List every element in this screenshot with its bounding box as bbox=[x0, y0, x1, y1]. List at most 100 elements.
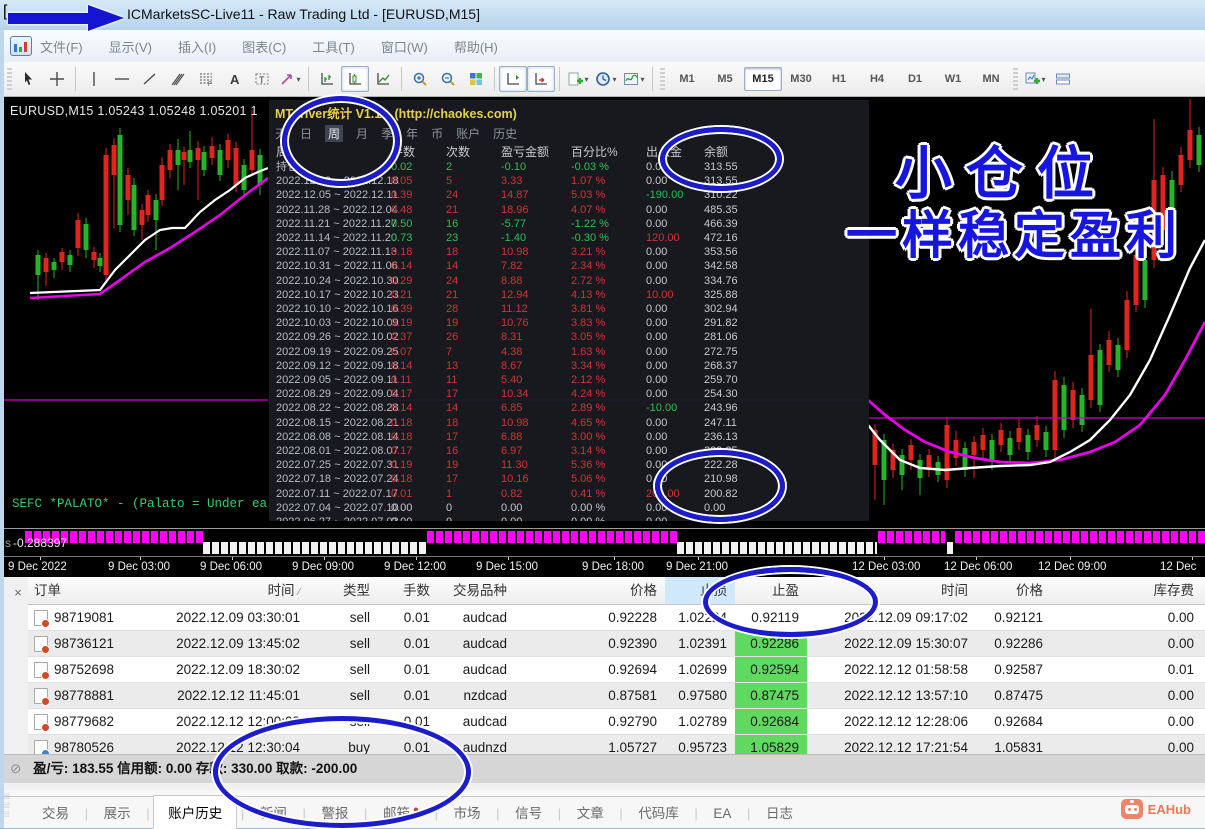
chart-shift-icon[interactable] bbox=[499, 66, 527, 92]
cell-lots: 0.01 bbox=[403, 688, 430, 703]
stats-tab-天[interactable]: 天 bbox=[275, 125, 287, 142]
history-column-header[interactable]: 价格 bbox=[976, 577, 1051, 604]
timeframe-h4[interactable]: H4 bbox=[858, 67, 896, 91]
history-table-row[interactable]: 98736121 2022.12.09 13:45:02 sell 0.01 audca… bbox=[28, 631, 1205, 657]
stats-row: 2022.11.14 ~ 2022.11.20 0.73 23 -1.40 -0.30 … bbox=[276, 232, 738, 245]
stats-tab-周[interactable]: 周 bbox=[325, 125, 344, 142]
stats-tab-日[interactable]: 日 bbox=[300, 125, 312, 142]
history-column-header[interactable]: 价格 bbox=[515, 577, 665, 604]
history-table-row[interactable]: 98778881 2022.12.12 11:45:01 sell 0.01 nzdca… bbox=[28, 683, 1205, 709]
terminal-tab-文章[interactable]: 文章 bbox=[565, 798, 616, 826]
menu-item[interactable]: 窗口(W) bbox=[381, 37, 428, 56]
cell-tp: 0.87475 bbox=[735, 683, 807, 708]
histogram-segment bbox=[427, 531, 677, 543]
candle-chart-icon[interactable] bbox=[341, 66, 369, 92]
time-axis-label: 12 Dec 03:00 bbox=[852, 561, 921, 573]
cell-time2: 2022.12.12 01:58:58 bbox=[844, 662, 968, 677]
cell-price2: 0.92121 bbox=[994, 610, 1043, 625]
menu-item[interactable]: 帮助(H) bbox=[454, 37, 498, 56]
stats-tab-月[interactable]: 月 bbox=[356, 125, 368, 142]
terminal-tab-代码库[interactable]: 代码库 bbox=[626, 798, 691, 826]
history-table-row[interactable]: 98779682 2022.12.12 12:00:03 sell 0.01 audca… bbox=[28, 709, 1205, 735]
crosshair-icon[interactable] bbox=[43, 66, 71, 92]
title-bar[interactable]: [ ICMarketsSC-Live11 - Raw Trading Ltd -… bbox=[0, 0, 1205, 31]
menu-item[interactable]: 插入(I) bbox=[178, 37, 216, 56]
terminal-tab-市场[interactable]: 市场 bbox=[441, 798, 492, 826]
close-icon[interactable]: × bbox=[10, 585, 26, 601]
cell-price2: 0.87475 bbox=[994, 688, 1043, 703]
menu-item[interactable]: 显示(V) bbox=[109, 37, 152, 56]
time-axis-label: 9 Dec 06:00 bbox=[200, 561, 263, 573]
horizontal-line-icon[interactable] bbox=[108, 66, 136, 92]
history-column-header[interactable]: 类型 bbox=[308, 577, 378, 604]
history-column-header[interactable]: 手数 bbox=[378, 577, 438, 604]
timeframe-m15[interactable]: M15 bbox=[744, 67, 782, 91]
svg-text:F: F bbox=[208, 82, 212, 87]
terminal-tab-日志[interactable]: 日志 bbox=[754, 798, 805, 826]
cell-price: 0.92790 bbox=[608, 714, 657, 729]
terminal-tab-展示[interactable]: 展示 bbox=[92, 798, 143, 826]
terminal-tab-信号[interactable]: 信号 bbox=[503, 798, 554, 826]
timeframe-h1[interactable]: H1 bbox=[820, 67, 858, 91]
history-column-header[interactable]: 时间 ∕ bbox=[158, 577, 308, 604]
bar-chart-icon[interactable] bbox=[313, 66, 341, 92]
terminal-tab-ea[interactable]: EA bbox=[701, 802, 743, 825]
timeframe-m1[interactable]: M1 bbox=[668, 67, 706, 91]
stats-tab-年[interactable]: 年 bbox=[406, 125, 418, 142]
history-column-header[interactable]: 订单 bbox=[28, 577, 158, 604]
timeframe-m30[interactable]: M30 bbox=[782, 67, 820, 91]
menu-item[interactable]: 文件(F) bbox=[40, 37, 83, 56]
timeframe-d1[interactable]: D1 bbox=[896, 67, 934, 91]
history-column-header[interactable]: 库存费 bbox=[1051, 577, 1202, 604]
cell-symbol: nzdcad bbox=[463, 688, 507, 703]
timeframe-m5[interactable]: M5 bbox=[706, 67, 744, 91]
terminal-tab-新闻[interactable]: 新闻 bbox=[248, 798, 299, 826]
cell-price: 0.92390 bbox=[608, 636, 657, 651]
line-chart-icon[interactable] bbox=[369, 66, 397, 92]
stats-tab-季[interactable]: 季 bbox=[381, 125, 393, 142]
tile-windows-icon[interactable] bbox=[462, 66, 490, 92]
history-column-header[interactable]: 止损 bbox=[665, 577, 735, 604]
history-header-row[interactable]: 订单 时间 ∕ 类型 手数 交易品种 价格 止损 止盈 时间 价格 库存费 bbox=[28, 577, 1205, 605]
arrow-objects-icon[interactable]: ▾ bbox=[276, 66, 304, 92]
menu-item[interactable]: 图表(C) bbox=[242, 37, 286, 56]
trendline-icon[interactable] bbox=[136, 66, 164, 92]
statistics-tabs: 天日周月季年币账户 历史 bbox=[269, 123, 869, 144]
terminal-tab-账户历史[interactable]: 账户历史 bbox=[153, 795, 238, 829]
time-axis[interactable]: 9 Dec 2022 9 Dec 03:00 9 Dec 06:00 9 Dec 09… bbox=[0, 556, 1205, 578]
stats-tab-账户[interactable]: 账户 bbox=[456, 125, 480, 142]
profiles-icon[interactable] bbox=[1049, 66, 1077, 92]
vertical-line-icon[interactable] bbox=[80, 66, 108, 92]
text-icon[interactable]: A bbox=[220, 66, 248, 92]
terminal-tab-邮箱[interactable]: 邮箱 ● bbox=[371, 798, 431, 826]
new-order-icon[interactable]: ▾ bbox=[564, 66, 592, 92]
cursor-icon[interactable] bbox=[15, 66, 43, 92]
zoom-out-icon[interactable] bbox=[434, 66, 462, 92]
stats-row: 2022.10.03 ~ 2022.10.09 0.19 19 10.76 3.83 %… bbox=[276, 317, 738, 330]
history-column-header[interactable]: 止盈 bbox=[735, 577, 807, 604]
terminal-tab-警报[interactable]: 警报 bbox=[309, 798, 360, 826]
eahub-label: EAHub bbox=[1147, 801, 1191, 817]
period-clock-icon[interactable]: ▾ bbox=[592, 66, 620, 92]
timeframe-w1[interactable]: W1 bbox=[934, 67, 972, 91]
label-icon[interactable]: T bbox=[248, 66, 276, 92]
auto-scroll-icon[interactable] bbox=[527, 66, 555, 92]
terminal-tab-交易[interactable]: 交易 bbox=[30, 798, 81, 826]
new-chart-icon[interactable]: ▾ bbox=[1021, 66, 1049, 92]
stats-tab-币[interactable]: 币 bbox=[431, 125, 443, 142]
fibonacci-icon[interactable]: F bbox=[192, 66, 220, 92]
menu-item[interactable]: 工具(T) bbox=[312, 37, 355, 56]
channel-icon[interactable] bbox=[164, 66, 192, 92]
history-table-row[interactable]: 98719081 2022.12.09 03:30:01 sell 0.01 audca… bbox=[28, 605, 1205, 631]
cell-type: sell bbox=[349, 610, 370, 625]
history-table-row[interactable]: 98752698 2022.12.09 18:30:02 sell 0.01 audca… bbox=[28, 657, 1205, 683]
indicator-prefix: s bbox=[5, 536, 11, 550]
history-column-header[interactable]: 时间 bbox=[807, 577, 976, 604]
stats-tab-历史[interactable]: 历史 bbox=[493, 125, 517, 142]
order-icon bbox=[34, 609, 50, 628]
account-history-table: 订单 时间 ∕ 类型 手数 交易品种 价格 止损 止盈 时间 价格 库存费 98719081 2022.… bbox=[28, 577, 1205, 761]
indicators-icon[interactable]: ▾ bbox=[620, 66, 648, 92]
history-column-header[interactable]: 交易品种 bbox=[438, 577, 515, 604]
timeframe-mn[interactable]: MN bbox=[972, 67, 1010, 91]
zoom-in-icon[interactable] bbox=[406, 66, 434, 92]
